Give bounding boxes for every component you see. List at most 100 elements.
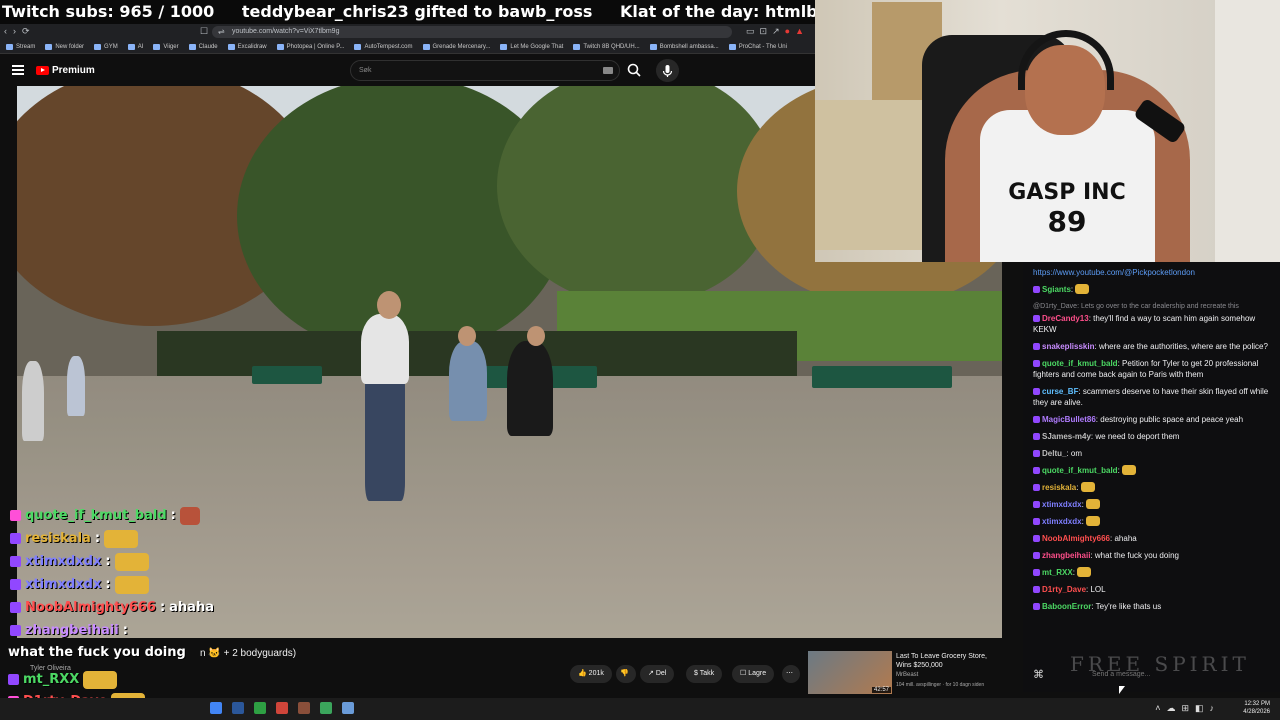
chat-username[interactable]: SJames-m4y bbox=[1042, 432, 1091, 441]
chat-username[interactable]: MagicBullet86 bbox=[1042, 415, 1096, 424]
sub-badge-icon bbox=[1033, 552, 1040, 559]
shirt-line1: GASP INC bbox=[1008, 180, 1126, 205]
system-tray-icons[interactable]: ˄☁⊞◧♪ bbox=[1155, 703, 1220, 714]
bookmark-item[interactable]: Photopea | Online P... bbox=[276, 43, 345, 50]
bookmark-item[interactable]: GYM bbox=[94, 43, 118, 50]
chat-username[interactable]: D1rty_Dave bbox=[1042, 585, 1086, 594]
app-icon[interactable] bbox=[298, 702, 310, 714]
save-button[interactable]: ☐ Lagre bbox=[732, 665, 775, 683]
sub-badge-icon bbox=[1033, 467, 1040, 474]
chat-message: SJames-m4y: we need to deport them bbox=[1033, 431, 1274, 442]
overlay-chat-line: xtimxdxdx : bbox=[10, 550, 310, 573]
chat-username[interactable]: Deltu_ bbox=[1042, 449, 1066, 458]
chat-username[interactable]: NoobAlmighty666 bbox=[1042, 534, 1110, 543]
bookmark-item[interactable]: Stream bbox=[6, 43, 35, 50]
dislike-button[interactable]: 👎 bbox=[616, 665, 636, 683]
chat-username[interactable]: BaboonError bbox=[1042, 602, 1091, 611]
search-icon[interactable] bbox=[624, 60, 644, 81]
chat-username[interactable]: xtimxdxdx bbox=[1042, 517, 1082, 526]
bookmark-item[interactable]: AI bbox=[127, 43, 144, 50]
sub-badge-icon bbox=[10, 579, 21, 590]
chat-username[interactable]: Sgiants bbox=[1042, 285, 1071, 294]
bookmark-label: Viiger bbox=[163, 43, 179, 50]
overlay-username: quote_if_kmut_bald bbox=[25, 508, 167, 523]
chat-username[interactable]: resiskala bbox=[1042, 483, 1076, 492]
bookmark-folder-icon bbox=[188, 43, 196, 50]
chat-text: om bbox=[1070, 449, 1083, 458]
bookmark-item[interactable]: Claude bbox=[188, 43, 218, 50]
bookmark-folder-icon bbox=[127, 43, 135, 50]
clock[interactable]: 12:32 PM 4/28/2026 bbox=[1243, 700, 1270, 716]
chat-username[interactable]: quote_if_kmut_bald bbox=[1042, 359, 1118, 368]
command-icon[interactable]: ⌘ bbox=[1033, 668, 1044, 681]
chat-text: Tey're like thats us bbox=[1095, 602, 1162, 611]
site-info-icon[interactable]: ⇌ bbox=[218, 26, 225, 38]
chat-username[interactable]: mt_RXX bbox=[1042, 568, 1073, 577]
bookmark-label: Excalidraw bbox=[237, 43, 267, 50]
bookmark-item[interactable]: Bombshell ambassa... bbox=[649, 43, 719, 50]
overlay-chat-line: NoobAlmighty666 : ahaha bbox=[10, 596, 310, 619]
chat-message: curse_BF: scammers deserve to have their… bbox=[1033, 387, 1269, 407]
chat-username[interactable]: snakeplisskin bbox=[1042, 342, 1094, 351]
browser-toolbar: ‹›⟳ ☐ ⇌ youtube.com/watch?v=ViX7tlbm9g ▭… bbox=[0, 24, 815, 40]
browser-nav-icons[interactable]: ‹›⟳ bbox=[4, 26, 36, 37]
clock-time: 12:32 PM bbox=[1244, 701, 1270, 707]
sub-badge-icon bbox=[1033, 569, 1040, 576]
recommended-duration: 42:57 bbox=[872, 687, 892, 693]
bookmark-item[interactable]: Let Me Google That bbox=[500, 43, 563, 50]
emote-icon bbox=[114, 575, 149, 594]
recommended-channel[interactable]: MrBeast bbox=[896, 672, 918, 678]
youtube-logo[interactable]: Premium bbox=[36, 65, 95, 76]
chat-text: we need to deport them bbox=[1095, 432, 1180, 441]
chat-message-list: Sgiants: @D1rty_Dave: Lets go over to th… bbox=[1033, 284, 1274, 612]
overlay-username: xtimxdxdx bbox=[25, 577, 102, 592]
youtube-logo-text: Premium bbox=[52, 65, 95, 76]
overlay-username: resiskala bbox=[25, 531, 91, 546]
bookmark-label: AI bbox=[137, 43, 144, 50]
app-icon[interactable] bbox=[276, 702, 288, 714]
keyboard-icon[interactable] bbox=[603, 67, 613, 74]
stream-ticker: Twitch subs: 965 / 1000 teddybear_chris2… bbox=[0, 0, 815, 24]
bookmark-item[interactable]: AutoTempest.com bbox=[354, 43, 413, 50]
bookmark-item[interactable]: Grenade Mercenary... bbox=[422, 43, 490, 50]
sub-badge-icon bbox=[8, 674, 19, 685]
bookmark-item[interactable]: Twitch 8B QHD/UH... bbox=[573, 43, 640, 50]
bookmark-icon[interactable]: ☐ bbox=[200, 26, 208, 37]
app-icon[interactable] bbox=[254, 702, 266, 714]
edge-icon[interactable] bbox=[232, 702, 244, 714]
watermark: FREE SPIRIT bbox=[1070, 652, 1250, 676]
bookmark-label: Photopea | Online P... bbox=[286, 43, 345, 50]
chrome-icon[interactable] bbox=[210, 702, 222, 714]
ticker-gift: teddybear_chris23 gifted to bawb_ross bbox=[241, 2, 593, 21]
extension-icons[interactable]: ▭⊡↗●▲ bbox=[746, 26, 809, 37]
menu-icon[interactable] bbox=[12, 65, 24, 75]
bookmark-item[interactable]: Viiger bbox=[153, 43, 179, 50]
chat-username[interactable]: quote_if_kmut_bald bbox=[1042, 466, 1118, 475]
microphone-icon[interactable] bbox=[656, 59, 679, 82]
app-icon[interactable] bbox=[320, 702, 332, 714]
app-icon[interactable] bbox=[342, 702, 354, 714]
thanks-button[interactable]: $ Takk bbox=[686, 665, 723, 683]
recommended-title[interactable]: Last To Leave Grocery Store, Wins $250,0… bbox=[896, 652, 996, 670]
bookmark-item[interactable]: Excalidraw bbox=[227, 43, 267, 50]
bookmark-item[interactable]: ProChat - The Uni bbox=[728, 43, 787, 50]
overlay-username: xtimxdxdx bbox=[25, 554, 102, 569]
chat-link[interactable]: https://www.youtube.com/@Pickpocketlondo… bbox=[1033, 267, 1274, 278]
overlay-username: zhangbeihaii bbox=[25, 623, 119, 638]
like-button[interactable]: 👍 201k bbox=[570, 665, 612, 683]
chat-username[interactable]: DreCandy13 bbox=[1042, 314, 1089, 323]
emote-icon bbox=[83, 670, 118, 689]
address-bar[interactable]: ⇌ youtube.com/watch?v=ViX7tlbm9g bbox=[212, 26, 732, 38]
chat-message: D1rty_Dave: LOL bbox=[1033, 584, 1274, 595]
chat-username[interactable]: curse_BF bbox=[1042, 387, 1078, 396]
search-input[interactable]: Søk bbox=[350, 60, 620, 81]
bookmark-item[interactable]: New folder bbox=[45, 43, 84, 50]
chat-username[interactable]: zhangbeihaii bbox=[1042, 551, 1090, 560]
chat-username[interactable]: xtimxdxdx bbox=[1042, 500, 1082, 509]
chat-message: mt_RXX: bbox=[1033, 567, 1274, 578]
sub-badge-icon bbox=[1033, 484, 1040, 491]
share-button[interactable]: ↗ Del bbox=[640, 665, 675, 683]
overlay-chat-line: what the fuck you doing bbox=[8, 645, 186, 660]
bookmark-folder-icon bbox=[649, 43, 657, 50]
more-actions-icon[interactable]: ⋯ bbox=[782, 665, 800, 683]
